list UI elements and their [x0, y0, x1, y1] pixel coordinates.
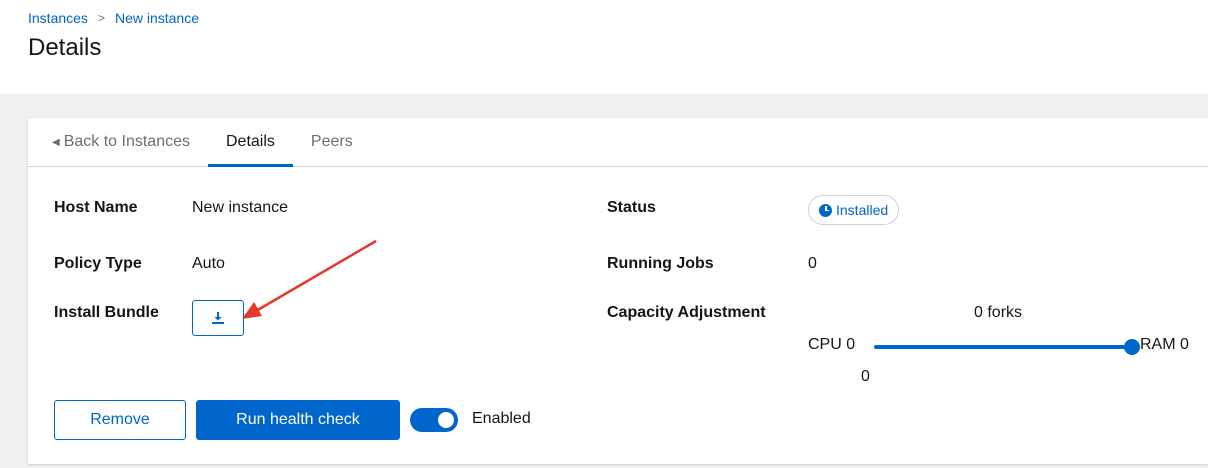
tab-details-label: Details: [226, 133, 275, 150]
download-icon: [212, 312, 224, 324]
policy-type-label: Policy Type: [54, 255, 142, 272]
breadcrumb-new-instance-link[interactable]: New instance: [115, 10, 199, 26]
tab-peers[interactable]: Peers: [293, 118, 371, 166]
capacity-slider-value: 0: [861, 368, 870, 385]
status-badge: Installed: [808, 195, 900, 225]
tab-back-to-instances[interactable]: ◀ Back to Instances: [28, 118, 208, 166]
host-name-value: New instance: [192, 199, 289, 216]
status-label: Status: [607, 199, 656, 216]
status-badge-text: Installed: [836, 202, 889, 218]
caret-left-icon: ◀: [52, 136, 60, 148]
tab-back-to-instances-label: Back to Instances: [63, 133, 190, 150]
capacity-slider-thumb[interactable]: [1124, 339, 1140, 355]
page-header: Instances > New instance Details: [0, 0, 1208, 94]
running-jobs-label: Running Jobs: [607, 255, 714, 272]
capacity-cpu-label: CPU 0: [808, 336, 856, 353]
host-name-label: Host Name: [54, 199, 138, 216]
details-card: ◀ Back to Instances Details Peers Host N…: [28, 118, 1208, 464]
running-jobs-value: 0: [808, 255, 817, 272]
tab-peers-label: Peers: [310, 133, 353, 150]
capacity-ram-label: RAM 0: [1140, 336, 1189, 353]
breadcrumb: Instances > New instance: [28, 10, 199, 26]
enabled-toggle-label: Enabled: [472, 410, 531, 427]
enabled-toggle[interactable]: [410, 408, 458, 432]
toggle-knob: [438, 412, 454, 428]
breadcrumb-separator: >: [97, 11, 105, 25]
run-health-check-button[interactable]: Run health check: [196, 400, 400, 440]
breadcrumb-instances-link[interactable]: Instances: [28, 10, 88, 26]
policy-type-value: Auto: [192, 255, 225, 272]
tab-details[interactable]: Details: [208, 118, 293, 167]
capacity-forks-text: 0 forks: [974, 304, 1023, 321]
tab-bar: ◀ Back to Instances Details Peers: [28, 118, 1208, 167]
capacity-adjustment-label: Capacity Adjustment: [607, 304, 766, 321]
clock-icon: [819, 203, 832, 217]
page-title: Details: [28, 34, 102, 61]
remove-button[interactable]: Remove: [54, 400, 186, 440]
install-bundle-download-button[interactable]: [192, 300, 244, 336]
capacity-slider-track[interactable]: [874, 345, 1132, 349]
install-bundle-label: Install Bundle: [54, 304, 159, 321]
